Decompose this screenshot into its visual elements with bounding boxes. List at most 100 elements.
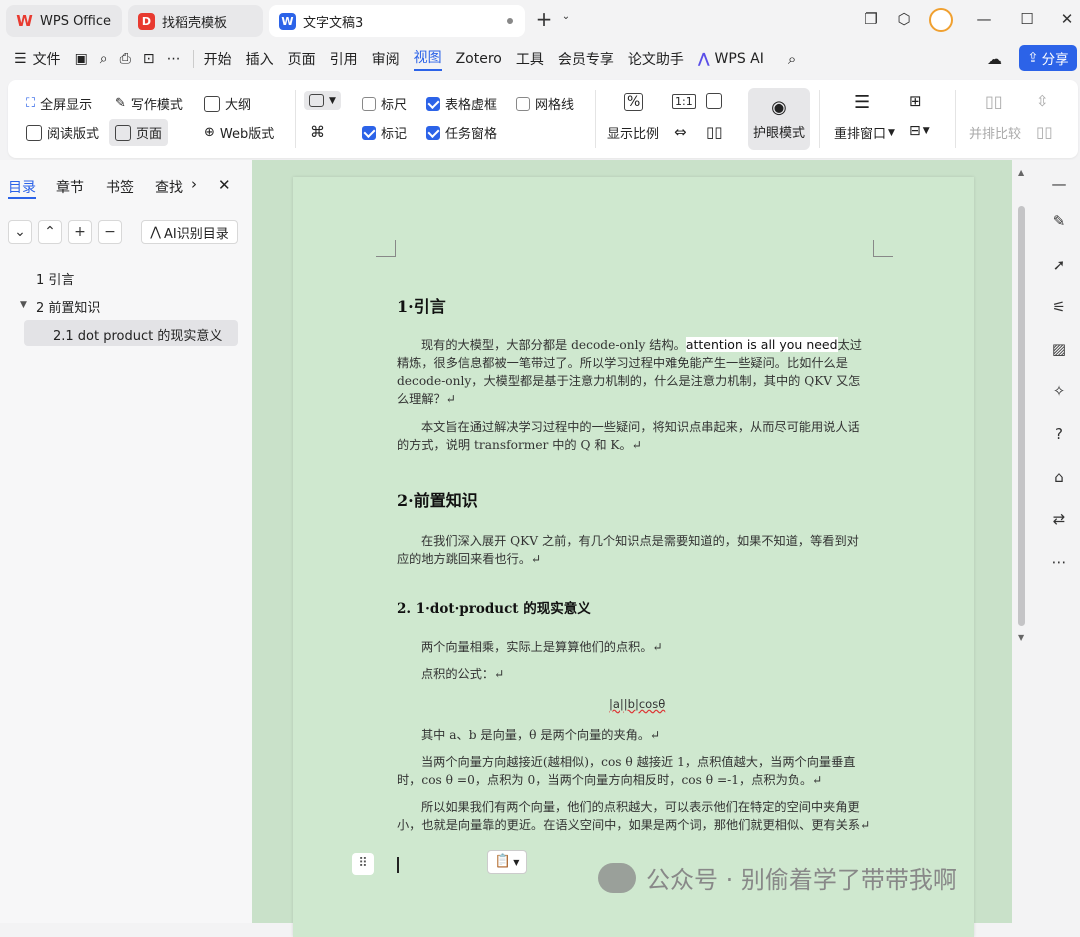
page-width-icon[interactable]	[706, 93, 727, 109]
add-heading-button[interactable]: +	[68, 220, 92, 244]
panel-tab-bookmarks[interactable]: 书签	[106, 177, 134, 197]
toc-item[interactable]: 2.1 dot product 的现实意义	[53, 325, 222, 344]
fullscreen-button[interactable]: ⛶ 全屏显示	[26, 94, 92, 113]
menu-thesis[interactable]: 论文助手	[628, 49, 684, 69]
menu-reference[interactable]: 引用	[330, 49, 358, 69]
menu-view[interactable]: 视图	[413, 47, 442, 71]
zoom-button[interactable]: 显示比例	[607, 123, 659, 142]
paragraph-6[interactable]: 其中 a、b 是向量，θ 是两个向量的夹角。↵	[421, 726, 660, 744]
table-gridlines-check-icon[interactable]	[426, 96, 440, 111]
menu-page[interactable]: 页面	[288, 49, 316, 69]
heading-3[interactable]: 2. 1·dot·product 的现实意义	[397, 597, 591, 617]
window-switch-icon[interactable]: ❐	[860, 10, 882, 28]
task-pane-check-icon[interactable]	[426, 125, 440, 140]
expand-button[interactable]: ⌃	[38, 220, 62, 244]
image-translate-icon[interactable]: ▨	[1049, 340, 1069, 360]
shirt-icon[interactable]: ⌂	[1049, 468, 1069, 488]
edit-pen-icon[interactable]: ✎	[1049, 212, 1069, 232]
paragraph-4[interactable]: 两个向量相乘，实际上是算算他们的点积。↵	[421, 638, 663, 656]
maximize-button[interactable]: ☐	[1016, 10, 1038, 28]
side-by-side-button[interactable]: 并排比较	[969, 123, 1021, 142]
avatar[interactable]	[929, 8, 953, 32]
menu-tools[interactable]: 工具	[516, 49, 544, 69]
tab-template[interactable]: D 找稻壳模板	[128, 5, 263, 37]
ruler-checkbox[interactable]: 标尺	[362, 94, 407, 113]
structure-icon[interactable]: ⌘	[310, 123, 325, 141]
share-button[interactable]: ⇪ 分享	[1019, 45, 1077, 71]
tab-list-chevron-icon[interactable]: ⌄	[555, 11, 577, 22]
triangle-down-icon[interactable]: ▼	[20, 300, 27, 310]
paragraph-8[interactable]: 所以如果我们有两个向量，他们的点积越大，可以表示他们在特定的空间中夹角更小，也就…	[397, 798, 871, 834]
marks-check-icon[interactable]	[362, 125, 376, 140]
marks-checkbox[interactable]: 标记	[362, 123, 407, 142]
menu-start[interactable]: 开始	[204, 49, 232, 69]
wps-ai-button[interactable]: ⋀ WPS AI	[698, 51, 764, 67]
chevron-right-icon[interactable]: ›	[191, 175, 197, 193]
tab-document[interactable]: W 文字文稿3	[269, 5, 525, 37]
scroll-thumb[interactable]	[1018, 206, 1025, 626]
new-tab-button[interactable]: +	[533, 7, 555, 31]
tag-icon[interactable]: ⌕	[100, 51, 108, 67]
split-window-dropdown[interactable]: ⊟ ▼	[909, 123, 930, 139]
gridlines-check-icon[interactable]	[516, 96, 530, 111]
close-panel-icon[interactable]: ✕	[218, 176, 231, 194]
paste-options-button[interactable]: 📋 ▼	[487, 850, 527, 874]
paragraph-7[interactable]: 当两个向量方向越接近(越相似)，cos θ 越接近 1，点积值越大，当两个向量垂…	[397, 753, 871, 789]
eye-mode-button[interactable]: ◉ 护眼模式	[748, 88, 810, 150]
collapse-button[interactable]: ⌄	[8, 220, 32, 244]
one-to-one-icon[interactable]: 1:1	[672, 94, 696, 109]
cube-icon[interactable]: ⬡	[893, 10, 915, 28]
drag-handle-icon[interactable]: ⠿	[352, 853, 374, 875]
web-view-button[interactable]: ⊕ Web版式	[204, 123, 274, 142]
nav-pane-dropdown[interactable]: ▼	[304, 91, 341, 110]
close-window-button[interactable]: ✕	[1056, 10, 1078, 28]
vertical-scrollbar[interactable]: ▲ ▼	[1012, 160, 1032, 923]
menu-member[interactable]: 会员专享	[558, 49, 614, 69]
more-dots-icon[interactable]: ⋯	[1049, 553, 1069, 573]
writing-mode-button[interactable]: ✎ 写作模式	[115, 94, 183, 113]
cloud-upload-icon[interactable]: ☁	[987, 50, 1002, 68]
panel-tab-sections[interactable]: 章节	[56, 177, 84, 197]
rearrange-icon[interactable]: ☰	[854, 92, 870, 113]
scroll-up-icon[interactable]: ▲	[1018, 168, 1024, 177]
ai-toc-button[interactable]: ⋀ AI识别目录	[141, 220, 238, 244]
panel-tab-toc[interactable]: 目录	[8, 177, 36, 197]
menu-review[interactable]: 审阅	[372, 49, 400, 69]
document-page[interactable]: 1·引言 现有的大模型，大部分都是 decode-only 结构。attenti…	[293, 177, 974, 937]
toc-item[interactable]: 1 引言	[36, 269, 74, 288]
zoom-percent-icon[interactable]: %	[624, 93, 644, 111]
adjust-sliders-icon[interactable]: ⚟	[1049, 298, 1069, 318]
toc-item[interactable]: 2 前置知识	[36, 297, 100, 316]
select-arrow-icon[interactable]: ➚	[1049, 256, 1069, 276]
sync-icon[interactable]: ⇄	[1049, 510, 1069, 530]
formula[interactable]: |a||b|cosθ	[609, 695, 665, 713]
rearrange-windows-button[interactable]: 重排窗口 ▼	[834, 123, 895, 142]
print-icon[interactable]: ⎙	[120, 51, 131, 67]
menu-zotero[interactable]: Zotero	[456, 51, 502, 67]
help-icon[interactable]: ?	[1049, 425, 1069, 445]
panel-tab-find[interactable]: 查找	[155, 177, 183, 197]
new-window-icon[interactable]: ⊞	[909, 92, 922, 110]
paragraph-3[interactable]: 在我们深入展开 QKV 之前，有几个知识点是需要知道的，如果不知道，等看到对应的…	[397, 532, 871, 568]
table-gridlines-checkbox[interactable]: 表格虚框	[426, 94, 497, 113]
tools-icon[interactable]: ✧	[1049, 382, 1069, 402]
menu-file[interactable]: 文件	[33, 49, 61, 69]
paragraph-2[interactable]: 本文旨在通过解决学习过程中的一些疑问，将知识点串起来，从而尽可能用说人话的方式，…	[397, 418, 871, 454]
read-mode-button[interactable]: 阅读版式	[26, 123, 99, 142]
search-icon[interactable]: ⌕	[788, 50, 796, 68]
fit-page-icon[interactable]: ⇔	[674, 123, 687, 141]
scroll-down-icon[interactable]: ▼	[1018, 633, 1024, 642]
task-pane-checkbox[interactable]: 任务窗格	[426, 123, 497, 142]
ruler-check-icon[interactable]	[362, 96, 376, 111]
gridlines-checkbox[interactable]: 网格线	[516, 94, 574, 113]
collapse-bar-icon[interactable]: —	[1049, 175, 1069, 195]
two-pages-icon[interactable]: ▯▯	[706, 123, 723, 141]
paragraph-1[interactable]: 现有的大模型，大部分都是 decode-only 结构。attention is…	[397, 336, 871, 408]
paragraph-5[interactable]: 点积的公式：↵	[421, 665, 504, 683]
menu-insert[interactable]: 插入	[246, 49, 274, 69]
preview-icon[interactable]: ⊡	[143, 51, 155, 67]
heading-1[interactable]: 1·引言	[397, 293, 446, 317]
heading-2[interactable]: 2·前置知识	[397, 487, 478, 511]
page-view-button[interactable]: 页面	[109, 119, 169, 146]
hamburger-icon[interactable]: ☰	[14, 51, 27, 67]
